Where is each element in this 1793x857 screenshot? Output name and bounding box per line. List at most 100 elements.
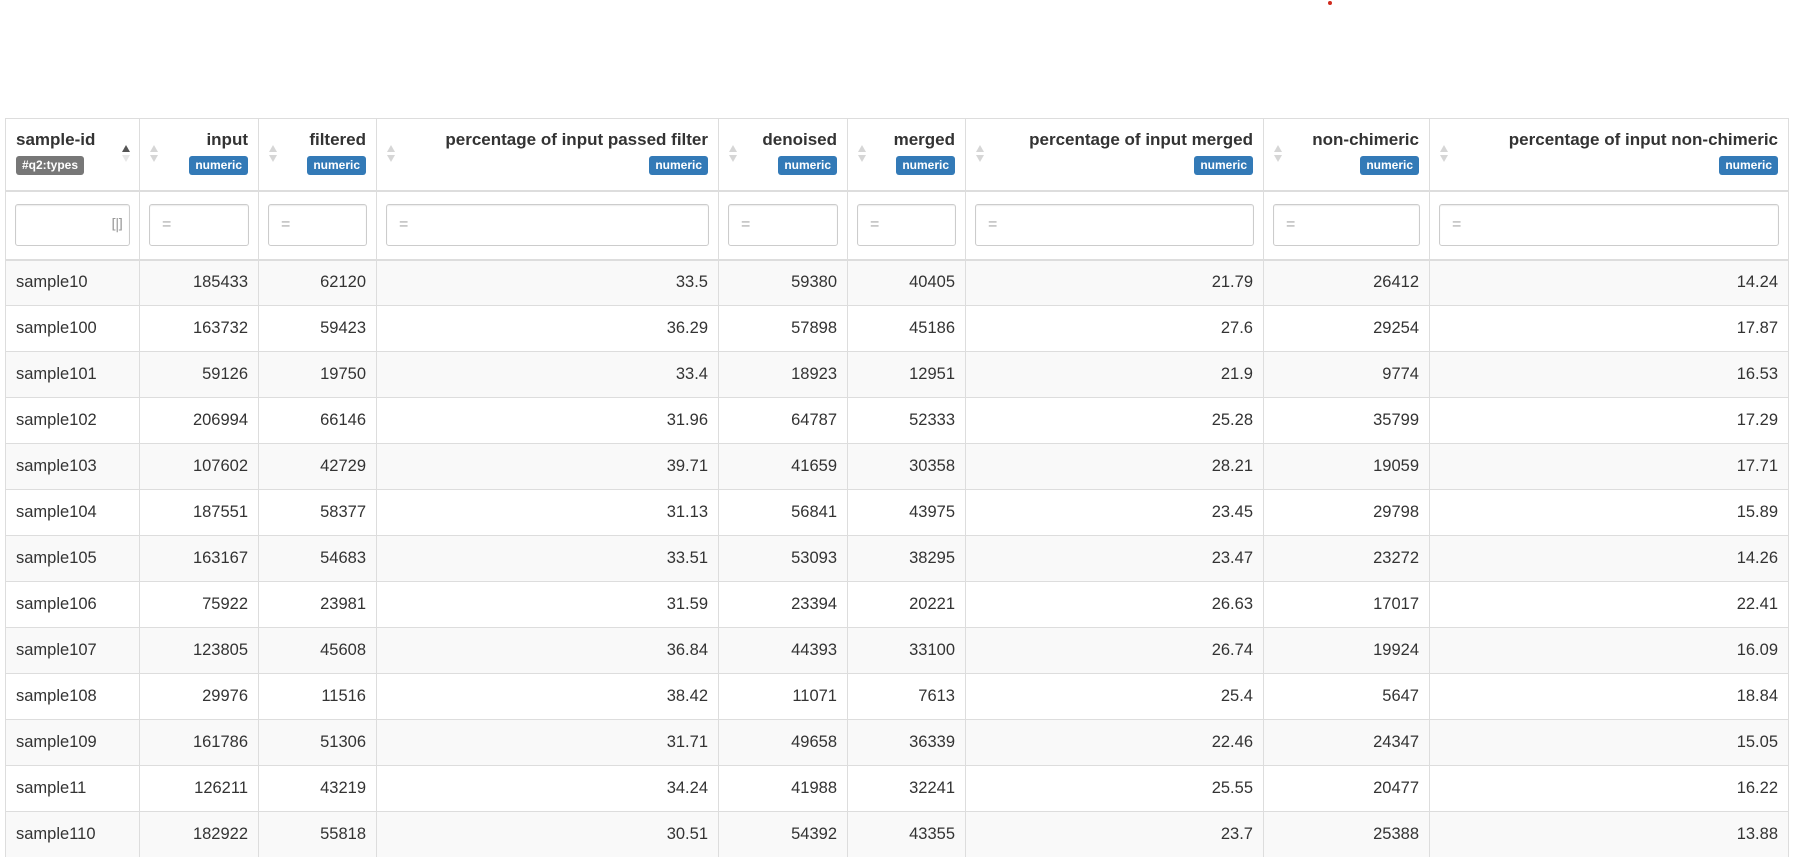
sort-icon[interactable]: [1273, 143, 1283, 165]
sort-icon[interactable]: [149, 143, 159, 165]
table-cell: 43975: [847, 489, 966, 536]
column-header-filtered[interactable]: filtered numeric: [258, 118, 377, 192]
table-body: sample10 185433 62120 33.5 59380 40405 21.79 26…: [5, 259, 1789, 857]
table-cell: 182922: [139, 811, 259, 857]
column-title: percentage of input non-chimeric: [1508, 130, 1778, 149]
table-cell: 33100: [847, 627, 966, 674]
column-header-input[interactable]: input numeric: [139, 118, 259, 192]
sample-id-cell: sample109: [5, 719, 140, 766]
table-row[interactable]: sample101 59126 19750 33.4 18923 12951 21.9 977…: [5, 351, 1789, 398]
percentage-passed-filter-input[interactable]: [387, 205, 708, 245]
percentage-merged-filter-field[interactable]: [975, 204, 1254, 246]
column-header-non-chimeric[interactable]: non-chimeric numeric: [1263, 118, 1430, 192]
percentage-non-chimeric-filter-field[interactable]: [1439, 204, 1779, 246]
table-cell: 40405: [847, 259, 966, 306]
table-row[interactable]: sample110 182922 55818 30.51 54392 43355 23.7 2…: [5, 811, 1789, 857]
table-cell: 58377: [258, 489, 377, 536]
table-cell: 56841: [718, 489, 848, 536]
column-header-percentage-passed-filter[interactable]: percentage of input passed filter numeri…: [376, 118, 719, 192]
column-header-sample-id[interactable]: sample-id #q2:types: [5, 118, 140, 192]
table-cell: 25.4: [965, 673, 1264, 720]
column-title: input: [206, 130, 248, 149]
type-badge: numeric: [1719, 156, 1778, 175]
filter-row: [|]: [5, 190, 1789, 261]
percentage-merged-filter-input[interactable]: [976, 205, 1253, 245]
table-cell: 12951: [847, 351, 966, 398]
sample-id-cell: sample108: [5, 673, 140, 720]
type-badge: numeric: [307, 156, 366, 175]
table-cell: 66146: [258, 397, 377, 444]
sort-icon[interactable]: [386, 143, 396, 165]
sort-icon[interactable]: [268, 143, 278, 165]
page: sample-id #q2:types input numeric filter…: [0, 0, 1793, 857]
sort-icon[interactable]: [1439, 143, 1449, 165]
table-cell: 59423: [258, 305, 377, 352]
column-header-merged[interactable]: merged numeric: [847, 118, 966, 192]
column-range-icon[interactable]: [|]: [111, 217, 123, 233]
column-header-percentage-non-chimeric[interactable]: percentage of input non-chimeric numeric: [1429, 118, 1789, 192]
merged-filter-field[interactable]: [857, 204, 956, 246]
sample-id-cell: sample104: [5, 489, 140, 536]
table-cell: 21.79: [965, 259, 1264, 306]
sample-id-filter-field[interactable]: [|]: [15, 204, 130, 246]
filter-cell: [1263, 190, 1430, 261]
table-cell: 25.55: [965, 765, 1264, 812]
sample-id-cell: sample105: [5, 535, 140, 582]
percentage-non-chimeric-filter-input[interactable]: [1440, 205, 1778, 245]
sort-ascending-icon[interactable]: [121, 143, 131, 165]
table-cell: 25.28: [965, 397, 1264, 444]
filter-cell: [1429, 190, 1789, 261]
sort-icon[interactable]: [857, 143, 867, 165]
column-header-percentage-merged[interactable]: percentage of input merged numeric: [965, 118, 1264, 192]
type-badge: numeric: [896, 156, 955, 175]
filter-cell: [139, 190, 259, 261]
table-cell: 35799: [1263, 397, 1430, 444]
table-cell: 33.5: [376, 259, 719, 306]
filtered-filter-input[interactable]: [269, 205, 366, 245]
table-cell: 17017: [1263, 581, 1430, 628]
table-cell: 57898: [718, 305, 848, 352]
table-row[interactable]: sample106 75922 23981 31.59 23394 20221 26.63 1…: [5, 581, 1789, 628]
table-row[interactable]: sample104 187551 58377 31.13 56841 43975 23.45…: [5, 489, 1789, 536]
table-cell: 36.29: [376, 305, 719, 352]
sort-icon[interactable]: [728, 143, 738, 165]
denoised-filter-field[interactable]: [728, 204, 838, 246]
table-cell: 163167: [139, 535, 259, 582]
table-cell: 36339: [847, 719, 966, 766]
table-cell: 126211: [139, 765, 259, 812]
sort-icon[interactable]: [975, 143, 985, 165]
table-row[interactable]: sample100 163732 59423 36.29 57898 45186 27.6 2…: [5, 305, 1789, 352]
table-row[interactable]: sample108 29976 11516 38.42 11071 7613 25.4 564…: [5, 673, 1789, 720]
denoised-filter-input[interactable]: [729, 205, 837, 245]
table-cell: 161786: [139, 719, 259, 766]
table-row[interactable]: sample107 123805 45608 36.84 44393 33100 26.74…: [5, 627, 1789, 674]
table-cell: 17.29: [1429, 397, 1789, 444]
table-row[interactable]: sample103 107602 42729 39.71 41659 30358 28.21…: [5, 443, 1789, 490]
table-row[interactable]: sample105 163167 54683 33.51 53093 38295 23.47…: [5, 535, 1789, 582]
table-row[interactable]: sample10 185433 62120 33.5 59380 40405 21.79 26…: [5, 259, 1789, 306]
table-cell: 45608: [258, 627, 377, 674]
table-row[interactable]: sample109 161786 51306 31.71 49658 36339 22.46…: [5, 719, 1789, 766]
percentage-passed-filter-field[interactable]: [386, 204, 709, 246]
filtered-filter-field[interactable]: [268, 204, 367, 246]
table-cell: 7613: [847, 673, 966, 720]
table-cell: 17.87: [1429, 305, 1789, 352]
column-header-denoised[interactable]: denoised numeric: [718, 118, 848, 192]
table-row[interactable]: sample102 206994 66146 31.96 64787 52333 25.28…: [5, 397, 1789, 444]
table-cell: 17.71: [1429, 443, 1789, 490]
table-cell: 51306: [258, 719, 377, 766]
table-row[interactable]: sample11 126211 43219 34.24 41988 32241 25.55 2…: [5, 765, 1789, 812]
merged-filter-input[interactable]: [858, 205, 955, 245]
input-filter-input[interactable]: [150, 205, 248, 245]
non-chimeric-filter-field[interactable]: [1273, 204, 1420, 246]
table-cell: 33.51: [376, 535, 719, 582]
header-row: sample-id #q2:types input numeric filter…: [5, 118, 1789, 192]
input-filter-field[interactable]: [149, 204, 249, 246]
column-title: percentage of input merged: [1029, 130, 1253, 149]
table-cell: 53093: [718, 535, 848, 582]
sample-id-cell: sample102: [5, 397, 140, 444]
table-cell: 15.05: [1429, 719, 1789, 766]
non-chimeric-filter-input[interactable]: [1274, 205, 1419, 245]
table-cell: 25388: [1263, 811, 1430, 857]
table-cell: 13.88: [1429, 811, 1789, 857]
